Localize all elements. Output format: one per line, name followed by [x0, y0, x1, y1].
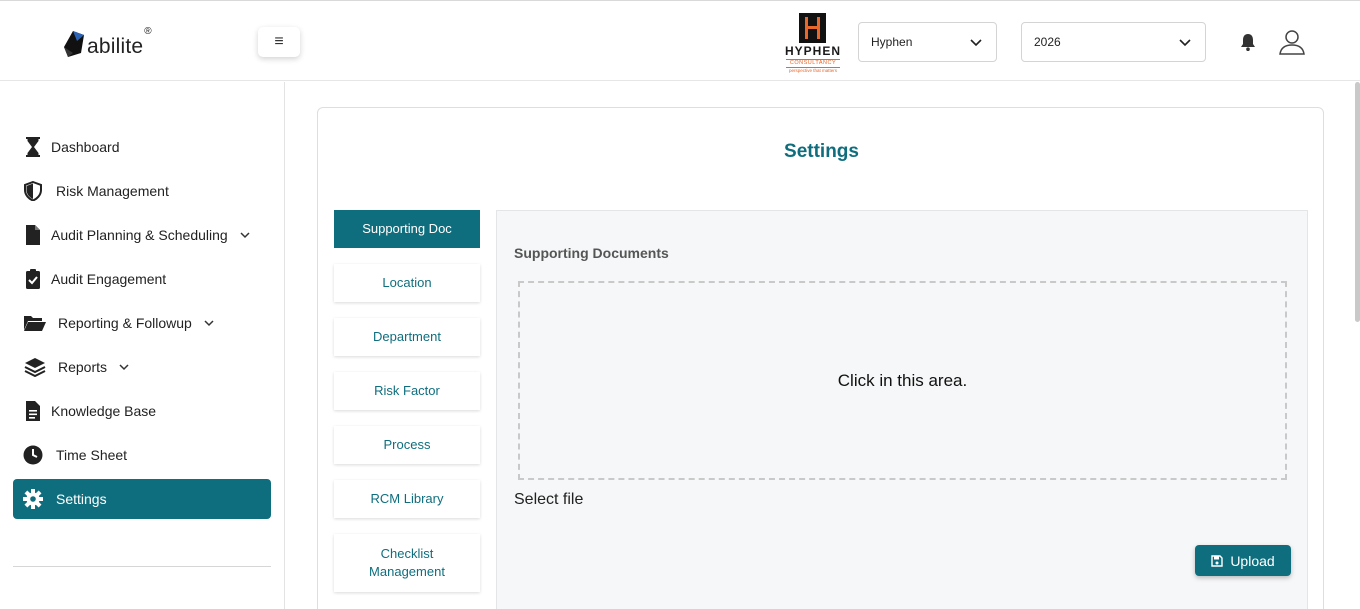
dropzone-text: Click in this area. — [837, 370, 968, 390]
company-select[interactable]: Hyphen — [858, 22, 997, 62]
page-scrollbar[interactable] — [1355, 82, 1360, 322]
tab-department[interactable]: Department — [334, 318, 480, 356]
layers-icon — [22, 356, 48, 378]
hourglass-icon — [22, 136, 44, 158]
chevron-down-icon — [240, 230, 250, 240]
abilite-logo[interactable]: abilite® — [64, 25, 152, 61]
company-logo: HYPHEN CONSULTANCY perspective that matt… — [782, 11, 844, 73]
top-header: abilite® ≡ HYPHEN CONSULTANCY perspectiv… — [0, 0, 1360, 81]
sidebar-item-label: Time Sheet — [56, 447, 128, 463]
company-logo-mark — [799, 13, 826, 43]
file-icon — [22, 224, 44, 246]
sidebar: Dashboard Risk Management Audit Planning… — [0, 82, 285, 609]
folder-open-icon — [22, 312, 48, 334]
tab-location[interactable]: Location — [334, 264, 480, 302]
tab-supporting-doc[interactable]: Supporting Doc — [334, 210, 480, 248]
shield-icon — [22, 180, 44, 202]
abilite-logo-mark — [64, 31, 86, 61]
tab-rcm-library[interactable]: RCM Library — [334, 480, 480, 518]
sidebar-item-risk-management[interactable]: Risk Management — [13, 171, 271, 211]
supporting-documents-panel: Supporting Documents Click in this area.… — [496, 210, 1308, 609]
sidebar-item-label: Risk Management — [56, 183, 169, 199]
abilite-logo-text: abilite® — [87, 26, 152, 58]
company-logo-name: HYPHEN — [784, 44, 841, 58]
sidebar-item-dashboard[interactable]: Dashboard — [13, 127, 271, 167]
sidebar-item-audit-engagement[interactable]: Audit Engagement — [13, 259, 271, 299]
tab-process[interactable]: Process — [334, 426, 480, 464]
sidebar-item-settings[interactable]: Settings — [13, 479, 271, 519]
document-icon — [22, 400, 44, 422]
tab-checklist-management[interactable]: Checklist Management — [334, 534, 480, 592]
sidebar-item-time-sheet[interactable]: Time Sheet — [13, 435, 271, 475]
sidebar-item-reporting-followup[interactable]: Reporting & Followup — [13, 303, 271, 343]
upload-button[interactable]: Upload — [1195, 545, 1291, 576]
sidebar-divider — [13, 566, 271, 567]
chevron-down-icon — [970, 36, 982, 51]
company-logo-tagline: perspective that matters — [788, 68, 838, 73]
gear-icon — [22, 488, 44, 510]
sidebar-item-label: Dashboard — [51, 139, 120, 155]
floppy-disk-icon — [1211, 554, 1224, 567]
company-logo-sub: CONSULTANCY — [786, 59, 840, 68]
year-select-value: 2026 — [1034, 35, 1061, 49]
sidebar-item-label: Audit Engagement — [51, 271, 167, 287]
page-title: Settings — [784, 141, 859, 162]
sidebar-item-label: Settings — [56, 491, 107, 507]
hamburger-icon: ≡ — [274, 33, 284, 50]
sidebar-item-label: Reports — [58, 359, 108, 375]
sidebar-item-label: Audit Planning & Scheduling — [51, 227, 228, 243]
select-file-label: Select file — [514, 491, 584, 508]
sidebar-item-label: Reporting & Followup — [58, 315, 192, 331]
sidebar-item-reports[interactable]: Reports — [13, 347, 271, 387]
sidebar-item-label: Knowledge Base — [51, 403, 157, 419]
bell-icon[interactable] — [1239, 32, 1257, 52]
clipboard-check-icon — [22, 268, 44, 290]
menu-toggle-button[interactable]: ≡ — [258, 27, 300, 57]
sidebar-item-knowledge-base[interactable]: Knowledge Base — [13, 391, 271, 431]
year-select[interactable]: 2026 — [1021, 22, 1206, 62]
chevron-down-icon — [119, 362, 129, 372]
sidebar-item-audit-planning[interactable]: Audit Planning & Scheduling — [13, 215, 271, 255]
settings-card: Settings Supporting Doc Location Departm… — [317, 107, 1324, 609]
panel-title: Supporting Documents — [514, 245, 669, 261]
chevron-down-icon — [204, 318, 214, 328]
company-select-value: Hyphen — [871, 35, 913, 49]
upload-button-label: Upload — [1230, 552, 1275, 569]
user-icon[interactable] — [1278, 28, 1306, 56]
file-dropzone[interactable]: Click in this area. — [518, 281, 1287, 480]
tab-risk-factor[interactable]: Risk Factor — [334, 372, 480, 410]
clock-icon — [22, 444, 44, 466]
chevron-down-icon — [1179, 36, 1191, 51]
